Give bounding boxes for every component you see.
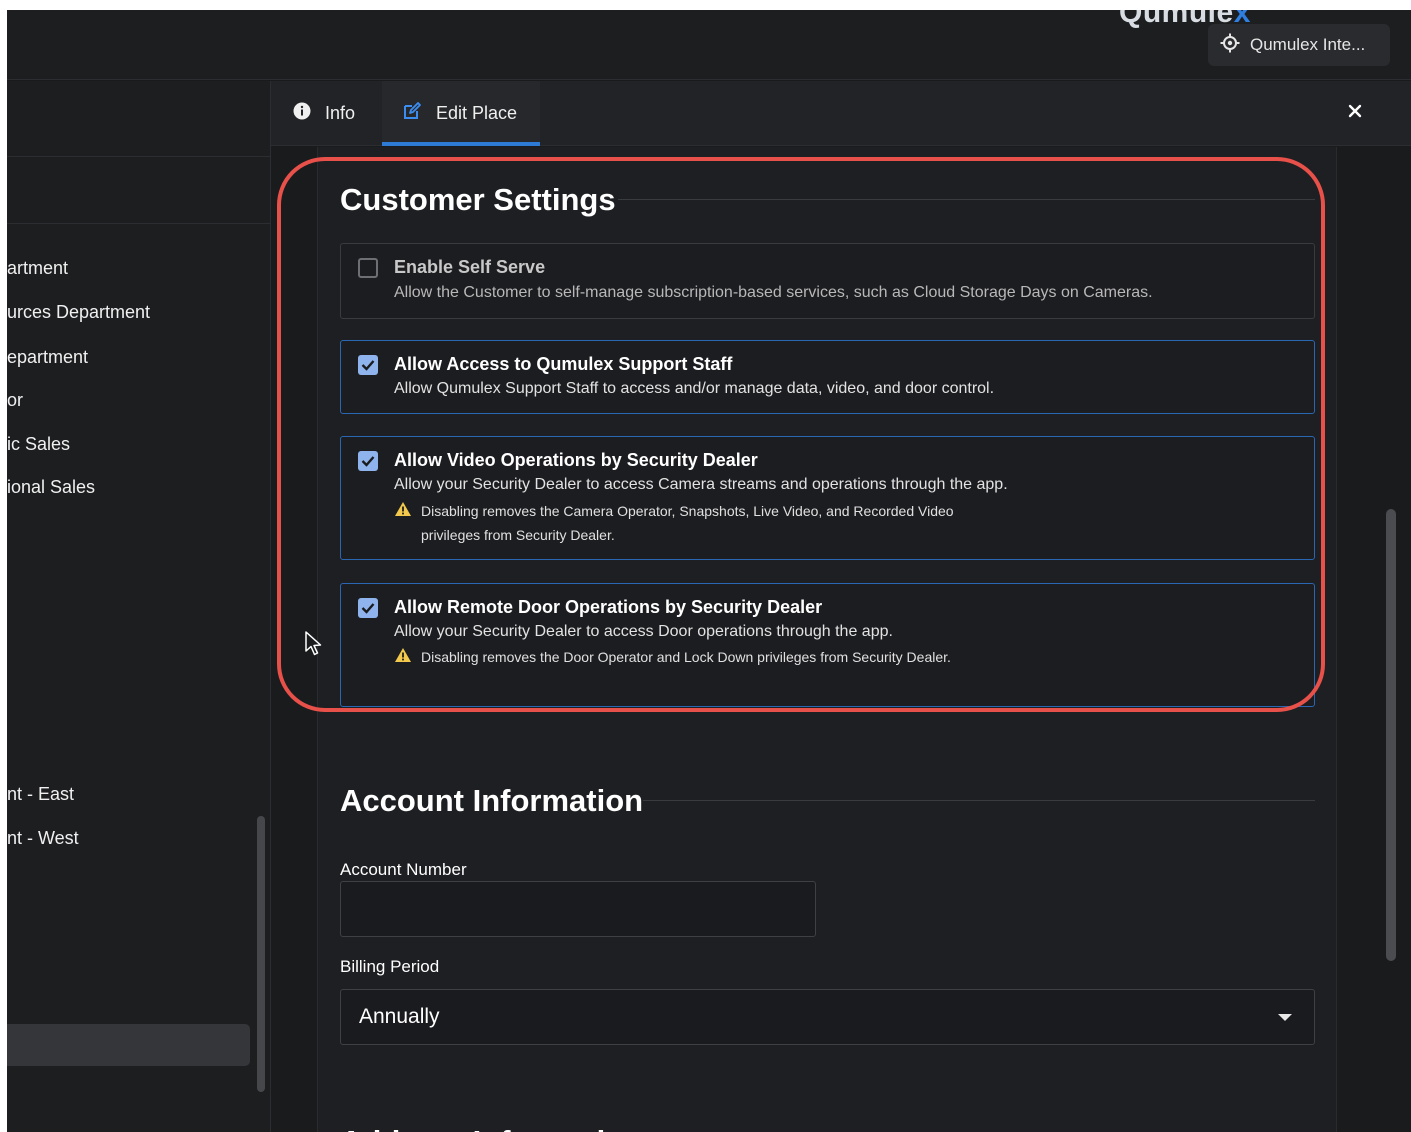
sidebar-item[interactable]: or [7, 390, 23, 411]
chevron-down-icon [1278, 1014, 1292, 1021]
sidebar-item[interactable]: ional Sales [7, 477, 95, 498]
billing-period-label: Billing Period [340, 957, 440, 976]
close-drawer-button[interactable] [1343, 101, 1367, 125]
drawer-tabs: Info Edit Place [271, 81, 1411, 146]
drawer-scrollbar[interactable] [1386, 509, 1396, 961]
tab-info[interactable]: Info [293, 81, 355, 146]
places-sidebar: artment urces Department epartment or ic… [7, 81, 271, 1132]
address-information-heading: Address Information [340, 1124, 643, 1132]
tab-edit-place[interactable]: Edit Place [382, 81, 540, 146]
sidebar-item[interactable]: nt - West [7, 828, 79, 849]
organization-switcher-button[interactable]: Qumulex Inte... [1208, 24, 1390, 66]
sidebar-item[interactable]: urces Department [7, 302, 150, 323]
sidebar-header [7, 81, 271, 157]
highlight-annotation-ring [277, 157, 1325, 712]
account-number-input[interactable] [340, 881, 816, 937]
tab-info-label: Info [325, 103, 356, 123]
tab-edit-place-label: Edit Place [436, 103, 518, 123]
account-number-label: Account Number [340, 860, 467, 879]
sidebar-item[interactable]: artment [7, 258, 68, 279]
sidebar-item[interactable]: nt - East [7, 784, 74, 805]
sidebar-search-area[interactable] [7, 158, 271, 224]
sidebar-item[interactable]: ic Sales [7, 434, 70, 455]
billing-period-select[interactable]: Annually [340, 989, 1315, 1045]
section-divider [643, 800, 1315, 801]
edit-icon [402, 101, 422, 126]
sidebar-scrollbar[interactable] [257, 816, 265, 1092]
places-list: artment urces Department epartment or ic… [7, 224, 257, 1132]
close-icon [1348, 104, 1362, 123]
sidebar-item-selected[interactable] [7, 1024, 250, 1066]
mouse-cursor-icon [305, 631, 323, 662]
account-information-heading: Account Information [340, 783, 644, 818]
top-header: Qumulex Qumulex Inte... [7, 10, 1411, 80]
sidebar-item[interactable]: epartment [7, 347, 88, 368]
location-target-icon [1220, 33, 1240, 58]
active-tab-indicator [382, 142, 540, 146]
info-icon [293, 102, 311, 125]
billing-period-value: Annually [359, 1005, 440, 1028]
organization-switcher-label: Qumulex Inte... [1250, 35, 1366, 54]
